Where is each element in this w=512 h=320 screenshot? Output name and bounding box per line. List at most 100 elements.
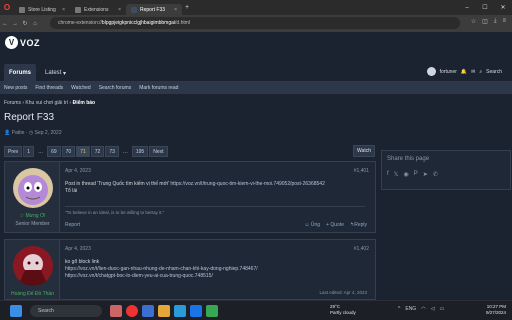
- bell-icon[interactable]: 🔔: [461, 69, 467, 75]
- url-prefix: chrome-extension://: [58, 20, 102, 26]
- url-field[interactable]: chrome-extension://blpgpjeigkpnicclgjhba…: [50, 17, 460, 29]
- chevron-down-icon: ▾: [63, 70, 67, 77]
- browser-tab-active[interactable]: Report F33 ×: [126, 4, 182, 15]
- avatar[interactable]: [13, 246, 53, 286]
- react-label: Ủng: [310, 222, 321, 228]
- breadcrumb-section[interactable]: Khu vui chơi giải trí: [25, 100, 68, 106]
- breadcrumb-forums[interactable]: Forums: [4, 100, 21, 106]
- next-button[interactable]: Next: [149, 146, 168, 157]
- taskbar-search[interactable]: Search: [30, 305, 102, 317]
- download-icon[interactable]: ⤓: [494, 18, 497, 25]
- subnav-search-forums[interactable]: Search forums: [99, 85, 132, 91]
- clock[interactable]: 10:27 PM 9/27/2024: [486, 304, 506, 316]
- post-number[interactable]: #1,402: [354, 246, 369, 252]
- language-indicator[interactable]: ENG: [405, 306, 416, 312]
- browser-tab[interactable]: Store Listing ×: [14, 4, 70, 15]
- back-icon[interactable]: ←: [0, 21, 10, 27]
- report-link[interactable]: Report: [65, 222, 80, 228]
- wifi-icon[interactable]: ◠: [421, 306, 425, 312]
- subnav-watched[interactable]: Watched: [71, 85, 91, 91]
- user-icon: 👤: [4, 130, 11, 136]
- breadcrumb-forum[interactable]: Điểm báo: [73, 100, 96, 106]
- forward-icon[interactable]: →: [10, 21, 20, 27]
- share-title: Share this page: [387, 156, 430, 162]
- app-icon[interactable]: [142, 305, 154, 317]
- start-icon[interactable]: [10, 305, 22, 317]
- quote-button[interactable]: + Quote: [326, 222, 344, 228]
- telegram-icon[interactable]: ➤: [423, 171, 428, 178]
- pinterest-icon[interactable]: P: [414, 171, 418, 178]
- page-link[interactable]: 69: [47, 146, 61, 157]
- search-link[interactable]: Search: [486, 69, 502, 75]
- whatsapp-icon[interactable]: ✆: [433, 171, 438, 178]
- menu-icon[interactable]: ≡: [502, 18, 506, 25]
- page-link[interactable]: 72: [90, 146, 105, 157]
- post-link[interactable]: https://voz.vn/t/chatgpt-boc-lo-diem-yeu…: [65, 273, 213, 279]
- app-icon[interactable]: [206, 305, 218, 317]
- page-link[interactable]: 73: [105, 146, 119, 157]
- battery-icon[interactable]: ▭: [439, 306, 444, 312]
- post-line: ko gõ block link: [65, 259, 100, 265]
- facebook-icon[interactable]: f: [387, 171, 389, 178]
- reply-button[interactable]: ↰Reply: [350, 222, 367, 228]
- bookmark-icon[interactable]: ☆: [471, 18, 476, 25]
- post-username[interactable]: Hoàng Đế Đồ Thần: [5, 291, 60, 297]
- page-link[interactable]: 195: [131, 146, 149, 157]
- nav-latest[interactable]: Latest ▾: [40, 64, 71, 82]
- nav-forums[interactable]: Forums: [4, 64, 37, 82]
- maximize-icon[interactable]: ☐: [476, 0, 494, 15]
- twitter-icon[interactable]: 𝕏: [394, 171, 399, 178]
- thread-date[interactable]: Sep 2, 2022: [35, 130, 62, 136]
- page-link-current[interactable]: 71: [76, 146, 90, 157]
- site-logo[interactable]: V VOZ: [5, 36, 40, 49]
- subnav-find-threads[interactable]: Find threads: [35, 85, 63, 91]
- app-icon[interactable]: [174, 305, 186, 317]
- chevron-up-icon[interactable]: ^: [398, 306, 400, 312]
- search-icon: ⌕: [479, 68, 483, 75]
- tab-close-icon[interactable]: ×: [174, 7, 177, 13]
- weather-temp: 29°C: [330, 304, 341, 309]
- reply-label: Reply: [354, 222, 367, 228]
- thread-author[interactable]: Pattie: [12, 130, 25, 136]
- home-icon[interactable]: ⌂: [30, 21, 40, 27]
- subnav-new-posts[interactable]: New posts: [4, 85, 27, 91]
- post-username[interactable]: ☆ Mưng Ơi: [5, 213, 60, 219]
- breadcrumb: Forums › Khu vui chơi giải trí › Điểm bá…: [4, 100, 96, 106]
- tab-close-icon[interactable]: ×: [62, 7, 65, 13]
- react-button[interactable]: ☺ Ủng: [304, 222, 320, 228]
- extensions-icon[interactable]: ◫: [482, 18, 488, 25]
- new-tab-icon[interactable]: +: [185, 4, 189, 11]
- weather-widget[interactable]: 29°C Partly cloudy: [330, 304, 356, 316]
- avatar[interactable]: [426, 67, 436, 76]
- mail-icon[interactable]: ✉: [471, 69, 475, 75]
- subnav-mark-read[interactable]: Mark forums read: [139, 85, 178, 91]
- pagination: Prev 1 … 69 70 71 72 73 … 195 Next: [4, 146, 168, 157]
- reload-icon[interactable]: ↻: [20, 20, 30, 27]
- address-bar: ← → ↻ ⌂ chrome-extension://blpgpjeigkpni…: [0, 15, 512, 32]
- post-link[interactable]: https://voz.vn/t/trung-quoc-tim-kiem-vi-…: [170, 181, 325, 187]
- app-icon[interactable]: [190, 305, 202, 317]
- tab-close-icon[interactable]: ×: [118, 7, 121, 13]
- prev-button[interactable]: Prev: [4, 146, 23, 157]
- opera-logo-icon[interactable]: O: [0, 0, 14, 15]
- post-date[interactable]: Apr 4, 2023: [65, 168, 91, 174]
- post-number[interactable]: #1,401: [354, 168, 369, 174]
- avatar[interactable]: [13, 168, 53, 208]
- browser-tab[interactable]: Extensions ×: [70, 4, 126, 15]
- app-icon[interactable]: [110, 305, 122, 317]
- page-link[interactable]: 70: [61, 146, 76, 157]
- post-line: Tổ lái: [65, 188, 78, 194]
- opera-taskbar-icon[interactable]: [126, 305, 138, 317]
- signature: "To believe in an ideal, is to be willin…: [65, 206, 365, 215]
- file-explorer-icon[interactable]: [158, 305, 170, 317]
- reddit-icon[interactable]: ◉: [404, 171, 409, 178]
- watch-button[interactable]: Watch: [353, 145, 375, 157]
- username-link[interactable]: fortuner: [440, 69, 457, 75]
- post-link[interactable]: https://voz.vn/t/lien-duoc-gan-nhau-nhun…: [65, 266, 258, 272]
- close-window-icon[interactable]: ✕: [494, 0, 512, 15]
- post-user-panel: Hoàng Đế Đồ Thần: [5, 240, 60, 299]
- post-date[interactable]: Apr 4, 2023: [65, 246, 91, 252]
- page-link[interactable]: 1: [23, 146, 35, 157]
- volume-icon[interactable]: ◁: [431, 306, 435, 312]
- minimize-icon[interactable]: –: [458, 0, 476, 15]
